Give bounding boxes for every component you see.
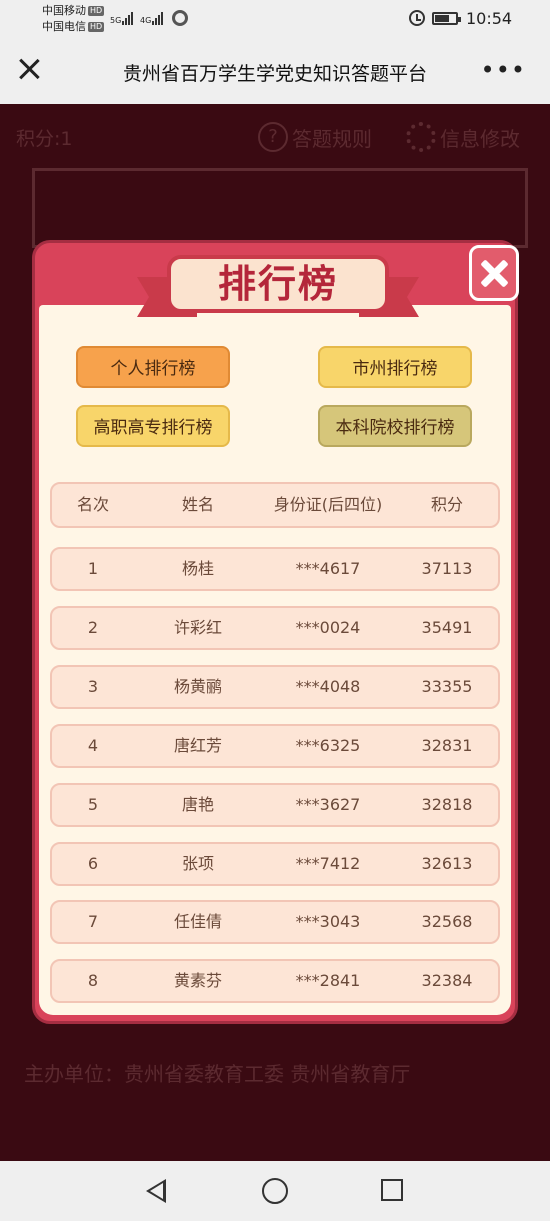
rules-label: 答题规则 bbox=[292, 126, 372, 151]
name: 唐艳 bbox=[181, 795, 214, 814]
score-label: 积分:1 bbox=[16, 128, 73, 150]
carrier-2: 中国电信 HD bbox=[42, 20, 105, 33]
id-suffix: ***4048 bbox=[295, 677, 361, 696]
rank: 8 bbox=[87, 971, 99, 990]
status-bar: 中国移动 HD 中国电信 HD 5G 4G 10:54 bbox=[0, 0, 550, 40]
banner-frame bbox=[32, 168, 528, 248]
rank: 2 bbox=[87, 618, 99, 637]
score: 32831 bbox=[421, 736, 473, 755]
question-icon: ? bbox=[258, 122, 288, 152]
organizer-text: 主办单位：贵州省委教育工委 贵州省教育厅 bbox=[24, 1062, 411, 1086]
leaderboard-title-banner: 排行榜 bbox=[137, 255, 419, 319]
edit-info-label: 信息修改 bbox=[440, 126, 520, 151]
tab-vocational[interactable]: 高职高专排行榜 bbox=[76, 405, 230, 447]
table-row: 5 唐艳 ***3627 32818 bbox=[50, 783, 500, 827]
name: 唐红芳 bbox=[173, 736, 222, 755]
tab-university[interactable]: 本科院校排行榜 bbox=[318, 405, 472, 447]
table-row: 8 黄素芬 ***2841 32384 bbox=[50, 959, 500, 1003]
system-nav-bar bbox=[0, 1161, 550, 1221]
title-bar: 贵州省百万学生学党史知识答题平台 ••• bbox=[0, 40, 550, 104]
name: 任佳倩 bbox=[173, 912, 222, 931]
tab-personal[interactable]: 个人排行榜 bbox=[76, 346, 230, 388]
rules-button[interactable]: ? 答题规则 bbox=[258, 122, 372, 152]
name: 张项 bbox=[181, 854, 214, 873]
signal-4g-icon: 4G bbox=[140, 9, 164, 25]
rank: 5 bbox=[87, 795, 99, 814]
score: 32818 bbox=[421, 795, 473, 814]
network-4g-label: 4G bbox=[140, 16, 152, 25]
network-5g-label: 5G bbox=[110, 16, 122, 25]
sync-icon bbox=[172, 10, 188, 26]
name: 黄素芬 bbox=[173, 971, 222, 990]
recent-apps-icon[interactable] bbox=[381, 1179, 403, 1201]
column-rank: 名次 bbox=[76, 495, 109, 514]
id-suffix: ***6325 bbox=[295, 736, 361, 755]
name: 杨黄鹂 bbox=[173, 677, 222, 696]
score: 33355 bbox=[421, 677, 473, 696]
gear-icon bbox=[406, 122, 436, 152]
table-row: 1 杨桂 ***4617 37113 bbox=[50, 547, 500, 591]
hd-badge: HD bbox=[88, 22, 105, 32]
table-row: 6 张项 ***7412 32613 bbox=[50, 842, 500, 886]
carrier-2-name: 中国电信 bbox=[42, 20, 86, 33]
id-suffix: ***7412 bbox=[295, 854, 361, 873]
id-suffix: ***2841 bbox=[295, 971, 361, 990]
close-icon[interactable] bbox=[14, 54, 44, 84]
table-row: 3 杨黄鹂 ***4048 33355 bbox=[50, 665, 500, 709]
home-icon[interactable] bbox=[262, 1178, 288, 1204]
score: 35491 bbox=[421, 618, 473, 637]
battery-icon bbox=[432, 12, 461, 25]
hd-badge: HD bbox=[88, 6, 105, 16]
column-id: 身份证(后四位) bbox=[273, 495, 383, 514]
leaderboard-title: 排行榜 bbox=[167, 255, 389, 313]
name: 杨桂 bbox=[181, 559, 214, 578]
table-row: 2 许彩红 ***0024 35491 bbox=[50, 606, 500, 650]
rank: 7 bbox=[87, 912, 99, 931]
clock: 10:54 bbox=[466, 9, 513, 28]
id-suffix: ***0024 bbox=[295, 618, 361, 637]
rank: 6 bbox=[87, 854, 99, 873]
edit-info-button[interactable]: 信息修改 bbox=[406, 122, 520, 152]
tab-city[interactable]: 市州排行榜 bbox=[318, 346, 472, 388]
rank: 4 bbox=[87, 736, 99, 755]
id-suffix: ***3043 bbox=[295, 912, 361, 931]
score: 32613 bbox=[421, 854, 473, 873]
column-score: 积分 bbox=[430, 495, 463, 514]
name: 许彩红 bbox=[173, 618, 222, 637]
table-header: 名次 姓名 身份证(后四位) 积分 bbox=[50, 482, 500, 528]
table-row: 4 唐红芳 ***6325 32831 bbox=[50, 724, 500, 768]
column-name: 姓名 bbox=[181, 495, 214, 514]
rank: 3 bbox=[87, 677, 99, 696]
score: 37113 bbox=[421, 559, 473, 578]
signal-5g-icon: 5G bbox=[110, 9, 134, 25]
carrier-1-name: 中国移动 bbox=[42, 4, 86, 17]
modal-close-button[interactable] bbox=[469, 245, 519, 301]
back-icon[interactable] bbox=[146, 1179, 166, 1203]
alarm-icon bbox=[409, 10, 425, 26]
id-suffix: ***3627 bbox=[295, 795, 361, 814]
score: 32384 bbox=[421, 971, 473, 990]
page-title: 贵州省百万学生学党史知识答题平台 bbox=[122, 63, 427, 85]
score: 32568 bbox=[421, 912, 473, 931]
table-row: 7 任佳倩 ***3043 32568 bbox=[50, 900, 500, 944]
more-menu-icon[interactable]: ••• bbox=[481, 58, 526, 82]
id-suffix: ***4617 bbox=[295, 559, 361, 578]
rank: 1 bbox=[87, 559, 99, 578]
carrier-1: 中国移动 HD bbox=[42, 4, 105, 17]
